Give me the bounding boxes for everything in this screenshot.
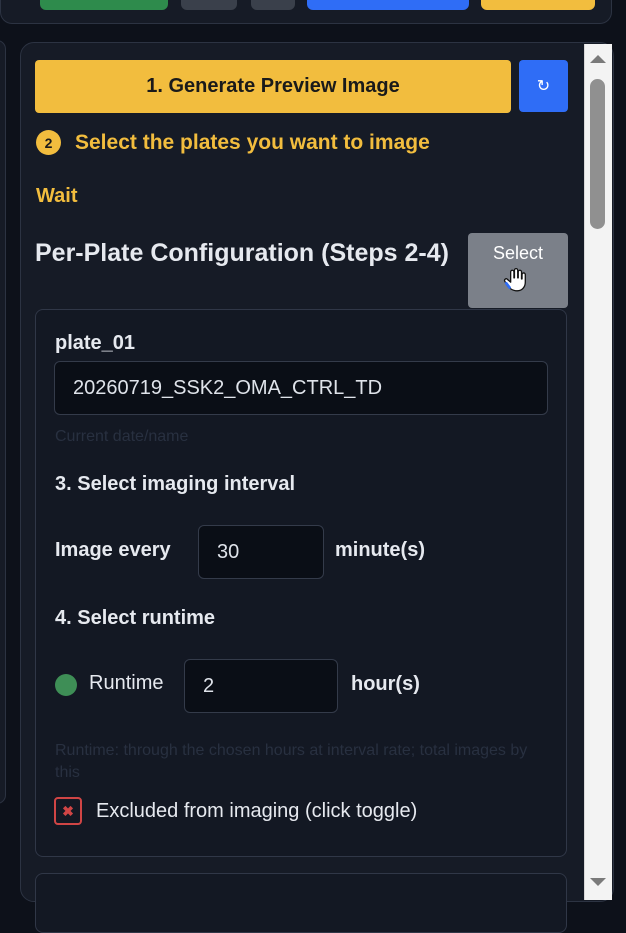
exclude-label: Excluded from imaging (click toggle) [96,799,418,822]
status-text: Wait [36,185,78,207]
hand-pointer-icon [503,268,526,292]
interval-input[interactable] [198,525,324,579]
scrollbar[interactable] [584,44,612,900]
faint-runtime-note: Runtime: through the chosen hours at int… [55,742,528,781]
plate-name: plate_01 [55,332,136,354]
config-title: Per-Plate Configuration (Steps 2-4) [35,239,449,267]
step-2-text: Select the plates you want to image [75,130,430,154]
refresh-button[interactable]: ↻ [519,60,568,112]
step-number-badge: 2 [36,130,61,155]
runtime-unit-label: hour(s) [351,673,420,695]
select-button[interactable]: Select [468,233,568,308]
next-plate-card [35,873,567,933]
runtime-label: Runtime [89,672,164,694]
scroll-up-arrow-icon[interactable] [590,55,606,63]
runtime-input[interactable] [184,659,338,713]
close-icon: ✖ [54,797,82,825]
select-button-label: Select [492,243,544,263]
step-2-heading: 2 Select the plates you want to image [36,130,430,155]
runtime-status-dot [55,674,77,696]
refresh-icon: ↻ [536,78,551,95]
toolbar-green-button[interactable] [40,0,168,10]
toolbar-small-button-2[interactable] [251,0,295,10]
experiment-name-input[interactable] [54,361,548,415]
faint-caption: Current date/name [55,428,189,445]
plate-card: plate_01 Current date/name 3. Select ima… [35,309,567,857]
runtime-heading: 4. Select runtime [55,607,216,629]
toolbar-blue-button[interactable] [307,0,469,10]
exclude-toggle[interactable]: ✖ Excluded from imaging (click toggle) [54,797,417,825]
scrollbar-thumb[interactable] [590,79,605,229]
top-toolbar [0,0,612,24]
interval-heading: 3. Select imaging interval [55,473,296,495]
toolbar-yellow-button[interactable] [481,0,595,10]
toolbar-small-button-1[interactable] [181,0,237,10]
left-panel-edge [0,40,6,804]
scroll-down-arrow-icon[interactable] [590,878,606,886]
interval-prefix-label: Image every [55,539,171,561]
generate-preview-button[interactable]: 1. Generate Preview Image [35,60,511,113]
interval-unit-label: minute(s) [335,539,425,561]
